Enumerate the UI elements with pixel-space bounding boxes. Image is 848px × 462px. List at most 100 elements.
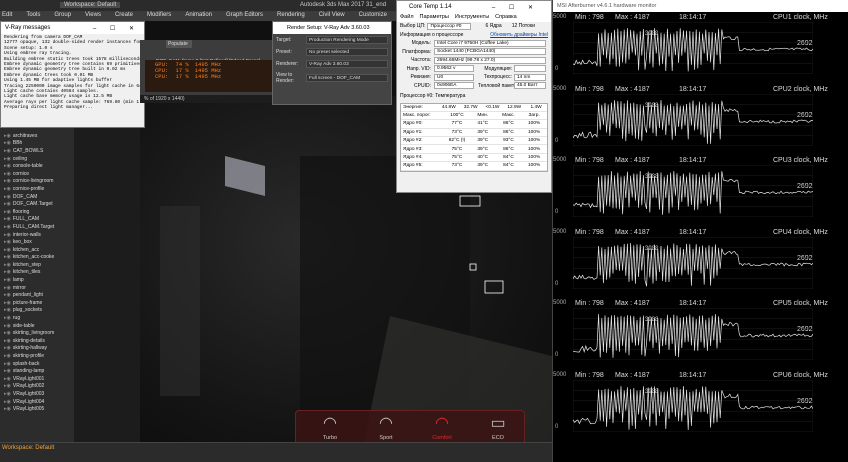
scene-object-row[interactable]: ▸◉ DOF_CAM [0, 193, 74, 201]
menu-item-graph-editors[interactable]: Graph Editors [226, 11, 263, 21]
menu-item-views[interactable]: Views [85, 11, 101, 21]
scene-object-row[interactable]: ▸◉ skirting-details [0, 337, 74, 345]
drive-mode-eco[interactable]: ▭ ECO [478, 416, 518, 442]
scene-object-row[interactable]: ▸◉ architraves [0, 132, 74, 140]
drive-mode-turbo[interactable]: ◠ Turbo [310, 416, 350, 442]
scene-object-row[interactable]: ▸◉ console-table [0, 162, 74, 170]
visibility-eye-icon[interactable]: ▸◉ [4, 140, 11, 146]
visibility-eye-icon[interactable]: ▸◉ [4, 201, 11, 207]
menu-item-civil-view[interactable]: Civil View [319, 11, 345, 21]
visibility-eye-icon[interactable]: ▸◉ [4, 254, 11, 260]
menu-item-group[interactable]: Group [54, 11, 71, 21]
visibility-eye-icon[interactable]: ▸◉ [4, 277, 11, 283]
scene-object-row[interactable]: ▸◉ VRayLight003 [0, 390, 74, 398]
visibility-eye-icon[interactable]: ▸◉ [4, 186, 11, 192]
visibility-eye-icon[interactable]: ▸◉ [4, 376, 11, 382]
scene-object-row[interactable]: ▸◉ standing-lamp [0, 367, 74, 375]
visibility-eye-icon[interactable]: ▸◉ [4, 148, 11, 154]
scene-object-row[interactable]: ▸◉ VRayLight001 [0, 375, 74, 383]
visibility-eye-icon[interactable]: ▸◉ [4, 232, 11, 238]
visibility-eye-icon[interactable]: ▸◉ [4, 307, 11, 313]
scene-object-row[interactable]: ▸◉ cornice-livingroom [0, 178, 74, 186]
scene-object-row[interactable]: ▸◉ splash-back [0, 360, 74, 368]
visibility-eye-icon[interactable]: ▸◉ [4, 171, 11, 177]
render-setup-dropdown[interactable]: No preset selected [306, 48, 388, 56]
visibility-eye-icon[interactable]: ▸◉ [4, 292, 11, 298]
scene-object-row[interactable]: ▸◉ plug_sockets [0, 307, 74, 315]
visibility-eye-icon[interactable]: ▸◉ [4, 156, 11, 162]
scene-object-row[interactable]: ▸◉ skirting-hallway [0, 345, 74, 353]
scene-object-row[interactable]: ▸◉ skirting_livingroom [0, 329, 74, 337]
drive-mode-comfort[interactable]: ◠ Comfort [422, 416, 462, 442]
core-temp-menu-item[interactable]: Справка [495, 14, 517, 21]
visibility-eye-icon[interactable]: ▸◉ [4, 391, 11, 397]
scene-object-row[interactable]: ▸◉ side-table [0, 322, 74, 330]
scene-object-row[interactable]: ▸◉ VRayLight002 [0, 383, 74, 391]
scene-object-row[interactable]: ▸◉ VRayLight005 [0, 405, 74, 413]
menu-item-create[interactable]: Create [115, 11, 133, 21]
scene-object-row[interactable]: ▸◉ FULL_CAM [0, 216, 74, 224]
visibility-eye-icon[interactable]: ▸◉ [4, 178, 11, 184]
workspace-selector[interactable]: Workspace: Default [60, 2, 121, 8]
visibility-eye-icon[interactable]: ▸◉ [4, 338, 11, 344]
visibility-eye-icon[interactable]: ▸◉ [4, 330, 11, 336]
visibility-eye-icon[interactable]: ▸◉ [4, 239, 11, 245]
scene-object-row[interactable]: ▸◉ ceiling [0, 155, 74, 163]
menu-item-edit[interactable]: Edit [2, 11, 12, 21]
scene-object-row[interactable]: ▸◉ kitchen_acc [0, 246, 74, 254]
populate-button[interactable]: Populate [166, 40, 192, 48]
cpu-select-dropdown[interactable]: Процессор #0 [427, 22, 472, 30]
scene-object-row[interactable]: ▸◉ pendant_light [0, 291, 74, 299]
scene-object-row[interactable]: ▸◉ lamp [0, 276, 74, 284]
visibility-eye-icon[interactable]: ▸◉ [4, 163, 11, 169]
visibility-eye-icon[interactable]: ▸◉ [4, 399, 11, 405]
menu-item-rendering[interactable]: Rendering [277, 11, 305, 21]
scene-object-row[interactable]: ▸◉ mirror [0, 284, 74, 292]
menu-item-animation[interactable]: Animation [185, 11, 212, 21]
window-controls[interactable]: – ☐ ✕ [93, 25, 140, 32]
visibility-eye-icon[interactable]: ▸◉ [4, 209, 11, 215]
scene-object-row[interactable]: ▸◉ picture-frame [0, 299, 74, 307]
visibility-eye-icon[interactable]: ▸◉ [4, 368, 11, 374]
visibility-eye-icon[interactable]: ▸◉ [4, 194, 11, 200]
visibility-eye-icon[interactable]: ▸◉ [4, 323, 11, 329]
render-setup-dropdown[interactable]: Production Rendering Mode [306, 36, 388, 44]
visibility-eye-icon[interactable]: ▸◉ [4, 383, 11, 389]
scene-object-row[interactable]: ▸◉ cornice [0, 170, 74, 178]
visibility-eye-icon[interactable]: ▸◉ [4, 224, 11, 230]
visibility-eye-icon[interactable]: ▸◉ [4, 262, 11, 268]
visibility-eye-icon[interactable]: ▸◉ [4, 216, 11, 222]
scene-object-row[interactable]: ▸◉ flooring [0, 208, 74, 216]
visibility-eye-icon[interactable]: ▸◉ [4, 133, 11, 139]
menu-item-customize[interactable]: Customize [359, 11, 387, 21]
scene-object-row[interactable]: ▸◉ cornice-profile [0, 185, 74, 193]
scene-object-row[interactable]: ▸◉ interior-walls [0, 231, 74, 239]
driver-update-link[interactable]: Обновить драйверы Intel [490, 32, 548, 38]
scene-object-row[interactable]: ▸◉ FULL_CAM.Target [0, 223, 74, 231]
scene-object-row[interactable]: ▸◉ kitchen_acc-cooke [0, 254, 74, 262]
core-temp-menu-item[interactable]: Инструменты [455, 14, 489, 21]
scene-object-row[interactable]: ▸◉ VRayLight004 [0, 398, 74, 406]
visibility-eye-icon[interactable]: ▸◉ [4, 285, 11, 291]
scene-object-row[interactable]: ▸◉ rug [0, 314, 74, 322]
menu-item-tools[interactable]: Tools [26, 11, 40, 21]
menu-item-modifiers[interactable]: Modifiers [147, 11, 171, 21]
scene-object-row[interactable]: ▸◉ skirting-profile [0, 352, 74, 360]
scene-object-row[interactable]: ▸◉ kitchen_tiles [0, 269, 74, 277]
scene-object-row[interactable]: ▸◉ DOF_CAM.Target [0, 200, 74, 208]
visibility-eye-icon[interactable]: ▸◉ [4, 406, 11, 412]
render-setup-dropdown[interactable]: Full screen - DOF_CAM [306, 74, 388, 82]
render-setup-dropdown[interactable]: V-Ray Adv 3.60.03 [306, 60, 388, 68]
core-temp-menu-item[interactable]: Параметры [420, 14, 449, 21]
visibility-eye-icon[interactable]: ▸◉ [4, 300, 11, 306]
visibility-eye-icon[interactable]: ▸◉ [4, 315, 11, 321]
visibility-eye-icon[interactable]: ▸◉ [4, 353, 11, 359]
drive-mode-sport[interactable]: ◠ Sport [366, 416, 406, 442]
scene-object-row[interactable]: ▸◉ CAT_BOWLS [0, 147, 74, 155]
visibility-eye-icon[interactable]: ▸◉ [4, 247, 11, 253]
visibility-eye-icon[interactable]: ▸◉ [4, 345, 11, 351]
scene-object-row[interactable]: ▸◉ kitchen_step [0, 261, 74, 269]
core-temp-menu-item[interactable]: Файл [400, 14, 414, 21]
window-controls[interactable]: – ☐ ✕ [492, 4, 539, 11]
visibility-eye-icon[interactable]: ▸◉ [4, 269, 11, 275]
